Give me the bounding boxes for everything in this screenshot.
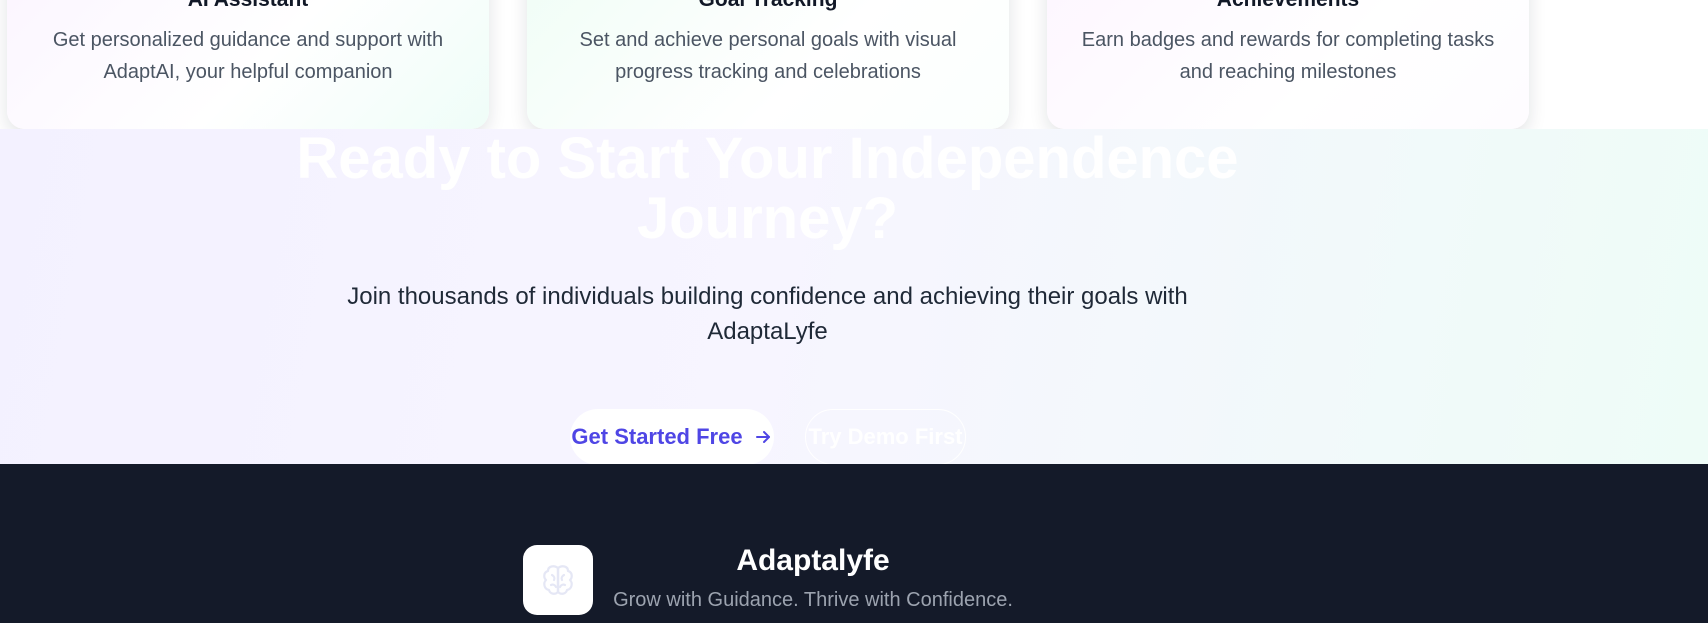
- arrow-right-icon: [755, 431, 770, 443]
- feature-card-description: Get personalized guidance and support wi…: [52, 29, 444, 83]
- feature-card-description: Set and achieve personal goals with visu…: [579, 29, 957, 83]
- get-started-button[interactable]: Get Started Free: [570, 409, 774, 465]
- brand-name: Adaptalyfe: [736, 544, 890, 577]
- try-demo-button[interactable]: Try Demo First: [805, 409, 966, 465]
- feature-card-achievements: Achievements Earn badges and rewards for…: [1047, 0, 1529, 129]
- feature-card-title: Goal Tracking: [527, 0, 1009, 12]
- feature-card-goal-tracking: Goal Tracking Set and achieve personal g…: [527, 0, 1009, 129]
- cta-subtitle: Join thousands of individuals building c…: [347, 283, 1188, 345]
- cta-section: Ready to Start Your Independence Journey…: [0, 126, 1708, 465]
- cta-title: Ready to Start Your Independence Journey…: [296, 126, 1239, 251]
- feature-card-title: AI Assistant: [7, 0, 489, 12]
- footer: Adaptalyfe Grow with Guidance. Thrive wi…: [0, 464, 1708, 623]
- brain-icon: [543, 565, 573, 595]
- feature-card-title: Achievements: [1047, 0, 1529, 12]
- feature-card-ai-assistant: AI Assistant Get personalized guidance a…: [7, 0, 489, 129]
- features-section: AI Assistant Get personalized guidance a…: [0, 0, 1708, 129]
- logo: [523, 545, 593, 615]
- brand-tagline: Grow with Guidance. Thrive with Confiden…: [613, 589, 1013, 611]
- get-started-label: Get Started Free: [571, 424, 743, 449]
- feature-card-description: Earn badges and rewards for completing t…: [1081, 29, 1495, 83]
